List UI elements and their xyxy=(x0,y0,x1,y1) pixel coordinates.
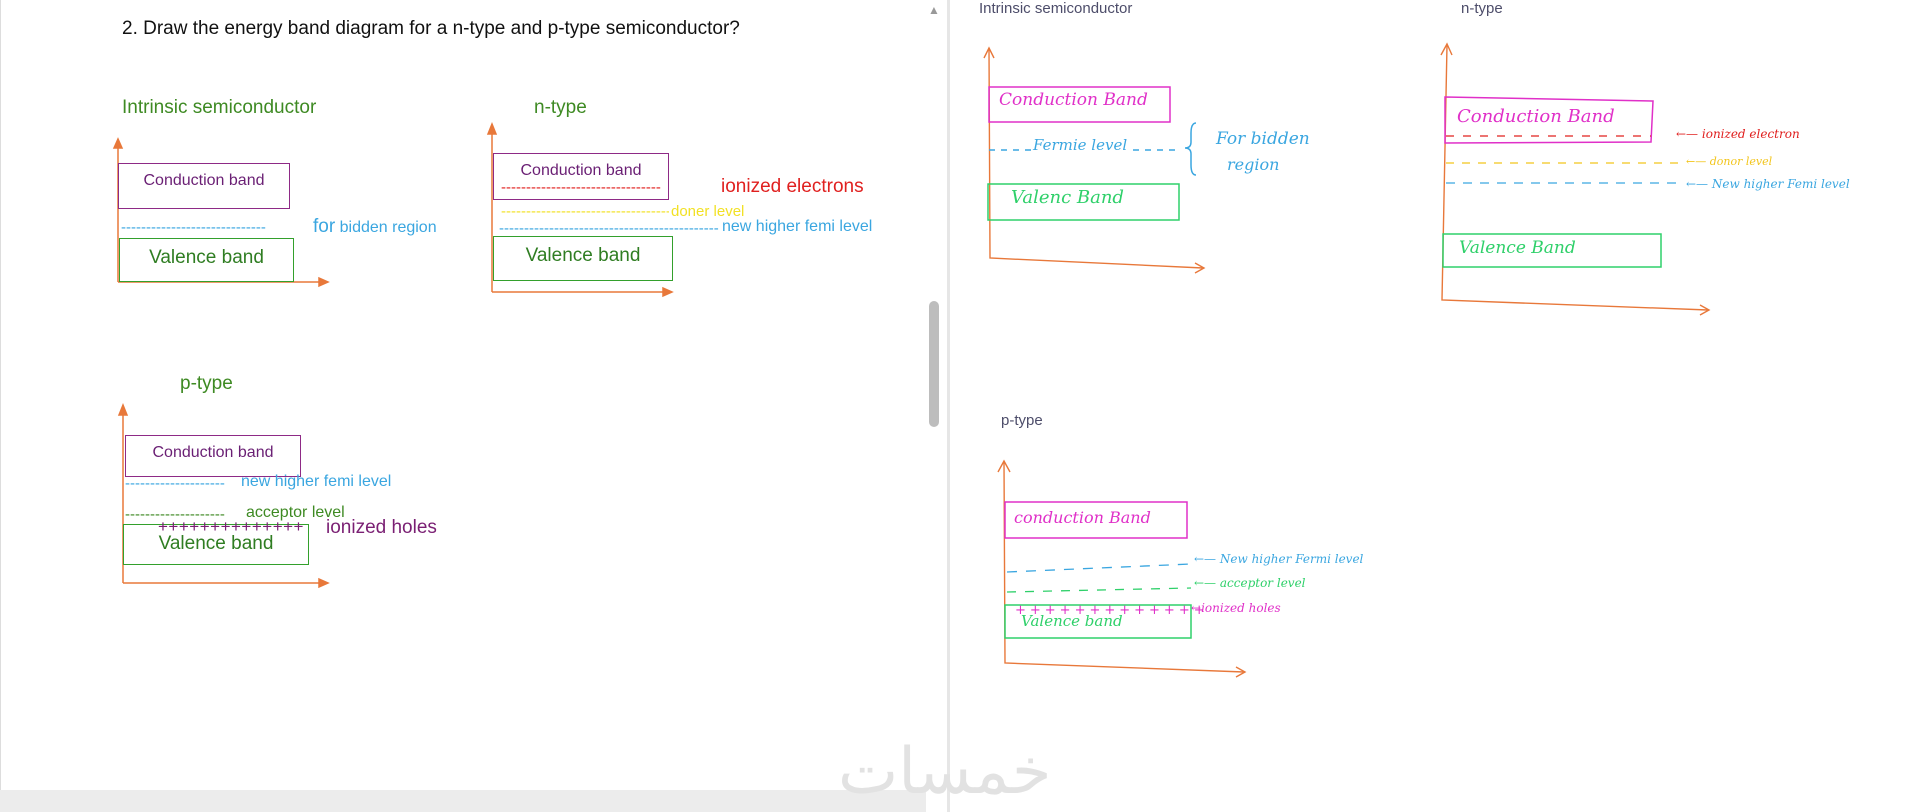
hw-ntype-valence: Valence Band xyxy=(1459,238,1576,258)
hw-ptype-acceptor-text: acceptor level xyxy=(1219,576,1306,590)
pane-divider[interactable] xyxy=(947,0,950,812)
ntype-title: n-type xyxy=(534,97,587,118)
hw-ntype-axes xyxy=(1440,42,1711,316)
ptype-femi-label: new higher femi level xyxy=(241,473,392,490)
ntype-ionized-label: ionized electrons xyxy=(721,176,864,197)
hw-intrinsic-valence: Valenc Band xyxy=(1011,187,1124,208)
hw-ptype-conduction: conduction Band xyxy=(1014,508,1151,527)
hw-ntype-donor: ←— donor level xyxy=(1686,155,1773,168)
ntype-femi-label: new higher femi level xyxy=(722,218,873,235)
hw-ptype-acceptor: ←— acceptor level xyxy=(1194,576,1306,590)
ntype-ionized-line: -------------------------------- xyxy=(501,180,661,195)
hw-ptype-femi: ←— New higher Fermi level xyxy=(1194,552,1364,566)
hw-ntype-ionized-text: ionized electron xyxy=(1701,127,1800,141)
hw-ntype-donor-text: donor level xyxy=(1709,155,1773,168)
horizontal-scrollbar[interactable] xyxy=(0,790,926,812)
hw-ntype-ionized: ←— ionized electron xyxy=(1676,127,1800,141)
intrinsic-forbidden-label: for bidden region xyxy=(313,216,437,238)
hw-ptype-holes-text: ionized holes xyxy=(1201,601,1281,615)
ptype-holes-plus: ++++++++++++++ xyxy=(158,517,304,536)
ntype-valence-band: Valence band xyxy=(493,236,673,281)
intrinsic-valence-band: Valence band xyxy=(119,238,294,282)
hw-ntype-femi: ←— New higher Femi level xyxy=(1686,177,1850,191)
hw-ntype-femi-text: New higher Femi level xyxy=(1711,177,1850,191)
hw-drawing: +++++++++++++ xyxy=(983,42,1711,678)
bidden-region-words: bidden region xyxy=(335,219,437,236)
document-pane: 2. Draw the energy band diagram for a n-… xyxy=(0,0,951,812)
watermark-logo: خمسات xyxy=(838,735,1052,809)
hw-ptype-femi-text: New higher Fermi level xyxy=(1219,552,1364,566)
hw-intrinsic-axes xyxy=(983,46,1206,274)
hw-intrinsic-forbidden-2: region xyxy=(1227,155,1280,174)
axes-drawing xyxy=(112,121,674,589)
hw-ptype-axes xyxy=(997,459,1247,678)
hw-ptype-valence: Valence band xyxy=(1021,612,1123,630)
hw-brace-icon xyxy=(1184,122,1197,176)
ptype-title: p-type xyxy=(180,373,233,394)
ptype-conduction-band: Conduction band xyxy=(125,435,301,477)
hw-intrinsic-conduction: Conduction Band xyxy=(999,90,1148,110)
hw-intrinsic-forbidden-1: For bidden xyxy=(1216,129,1310,149)
scrollbar-thumb[interactable] xyxy=(929,301,939,427)
ntype-doner-line: ---------------------------------- xyxy=(501,204,669,219)
intrinsic-forbidden-line: ----------------------------- xyxy=(121,220,266,235)
scroll-up-arrow-icon[interactable]: ▲ xyxy=(928,4,940,16)
ptype-holes-label: ionized holes xyxy=(326,517,437,538)
handwritten-pane: Intrinsic semiconductor n-type p-type ++… xyxy=(951,0,1907,812)
hw-ntype-conduction: Conduction Band xyxy=(1457,106,1615,127)
hw-intrinsic-fermi: Fermie level xyxy=(1031,136,1130,154)
intrinsic-conduction-band: Conduction band xyxy=(118,163,290,209)
hw-ptype-femi-line xyxy=(1006,563,1192,573)
for-word: for xyxy=(313,216,336,237)
hw-ptype-acceptor-line xyxy=(1006,587,1192,593)
hw-ptype-holes: ←ionized holes xyxy=(1191,601,1281,615)
ntype-femi-line: ----------------------------------------… xyxy=(499,221,719,236)
ptype-femi-line: -------------------- xyxy=(125,476,225,491)
